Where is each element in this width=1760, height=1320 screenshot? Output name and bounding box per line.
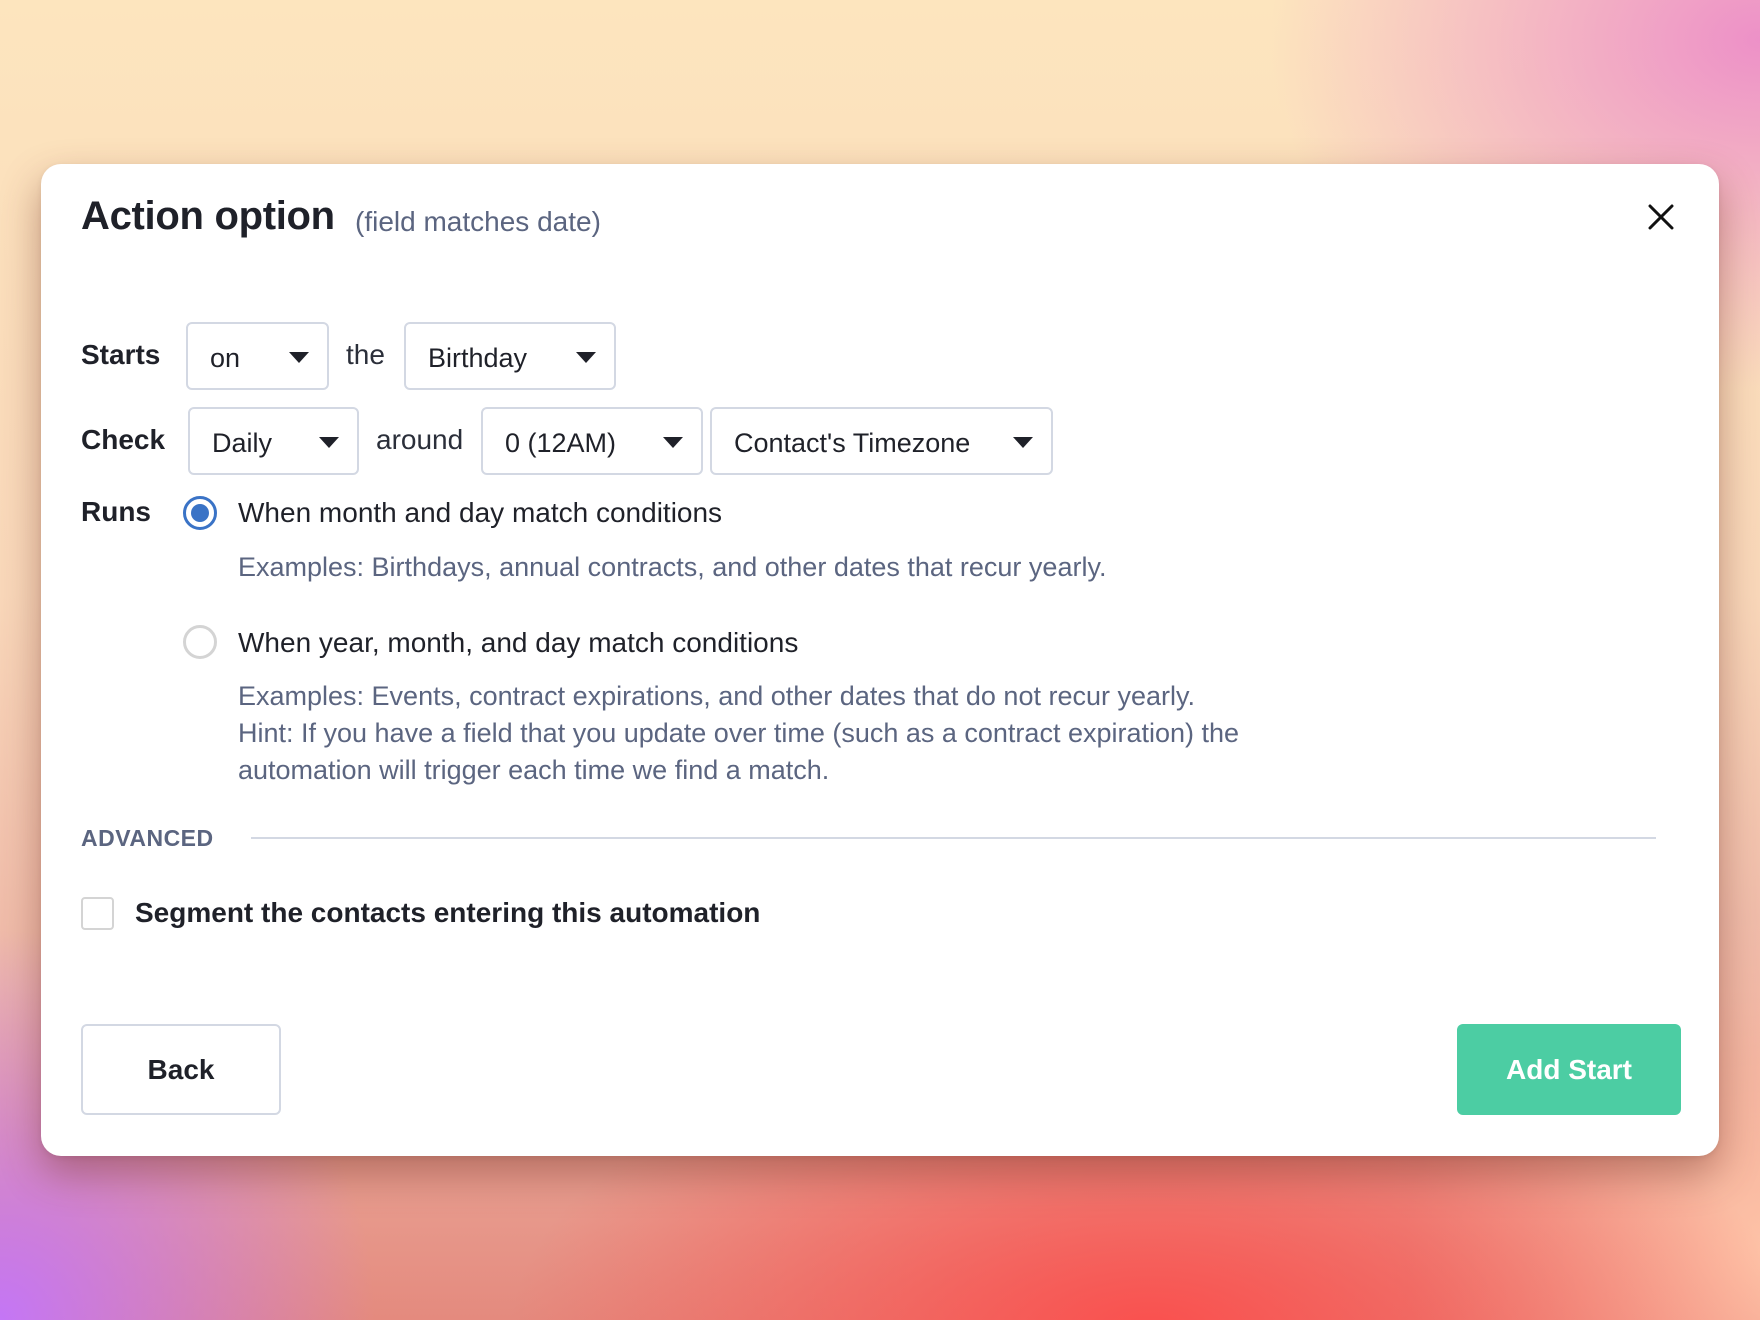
starts-label: Starts	[81, 339, 161, 370]
runs-label: Runs	[81, 496, 151, 527]
back-button[interactable]: Back	[81, 1024, 281, 1115]
chevron-down-icon	[1013, 437, 1033, 448]
check-frequency-value: Daily	[212, 428, 273, 458]
chevron-down-icon	[289, 352, 309, 363]
add-start-button[interactable]: Add Start	[1457, 1024, 1681, 1115]
check-label: Check	[81, 424, 166, 455]
check-frequency-select[interactable]: Daily	[188, 407, 359, 475]
check-hour-select[interactable]: 0 (12AM)	[481, 407, 703, 475]
modal-subtitle: (field matches date)	[355, 206, 601, 237]
date-field-select[interactable]: Birthday	[404, 322, 616, 390]
timezone-value: Contact's Timezone	[734, 428, 971, 458]
advanced-heading: ADVANCED	[81, 825, 214, 851]
segment-contacts-checkbox[interactable]	[81, 897, 114, 930]
chevron-down-icon	[319, 437, 339, 448]
check-hour-value: 0 (12AM)	[505, 428, 617, 458]
chevron-down-icon	[663, 437, 683, 448]
runs-option-year-month-day-description: Examples: Events, contract expirations, …	[238, 678, 1239, 789]
runs-option-year-month-day-radio[interactable]	[183, 625, 217, 659]
starts-qualifier-select[interactable]: on	[186, 322, 329, 390]
runs-option-year-month-day-label[interactable]: When year, month, and day match conditio…	[238, 627, 798, 659]
runs-option-month-day-radio[interactable]	[183, 496, 217, 530]
runs-option-month-day-description: Examples: Birthdays, annual contracts, a…	[238, 549, 1106, 586]
modal-title: Action option	[81, 194, 335, 238]
chevron-down-icon	[576, 352, 596, 363]
advanced-divider	[251, 837, 1656, 839]
close-button[interactable]	[1645, 201, 1677, 233]
description-line: Examples: Events, contract expirations, …	[238, 681, 1195, 711]
check-connector: around	[376, 424, 464, 455]
timezone-select[interactable]: Contact's Timezone	[710, 407, 1053, 475]
runs-option-month-day-label[interactable]: When month and day match conditions	[238, 497, 722, 529]
segment-contacts-label[interactable]: Segment the contacts entering this autom…	[135, 897, 760, 929]
description-line: Examples: Birthdays, annual contracts, a…	[238, 552, 1107, 582]
close-icon	[1648, 204, 1674, 230]
date-field-value: Birthday	[428, 343, 528, 373]
starts-qualifier-value: on	[210, 343, 241, 373]
description-line: automation will trigger each time we fin…	[238, 755, 830, 785]
action-option-modal: Action option (field matches date) Start…	[41, 164, 1719, 1156]
starts-connector: the	[346, 339, 385, 370]
description-line: Hint: If you have a field that you updat…	[238, 718, 1240, 748]
